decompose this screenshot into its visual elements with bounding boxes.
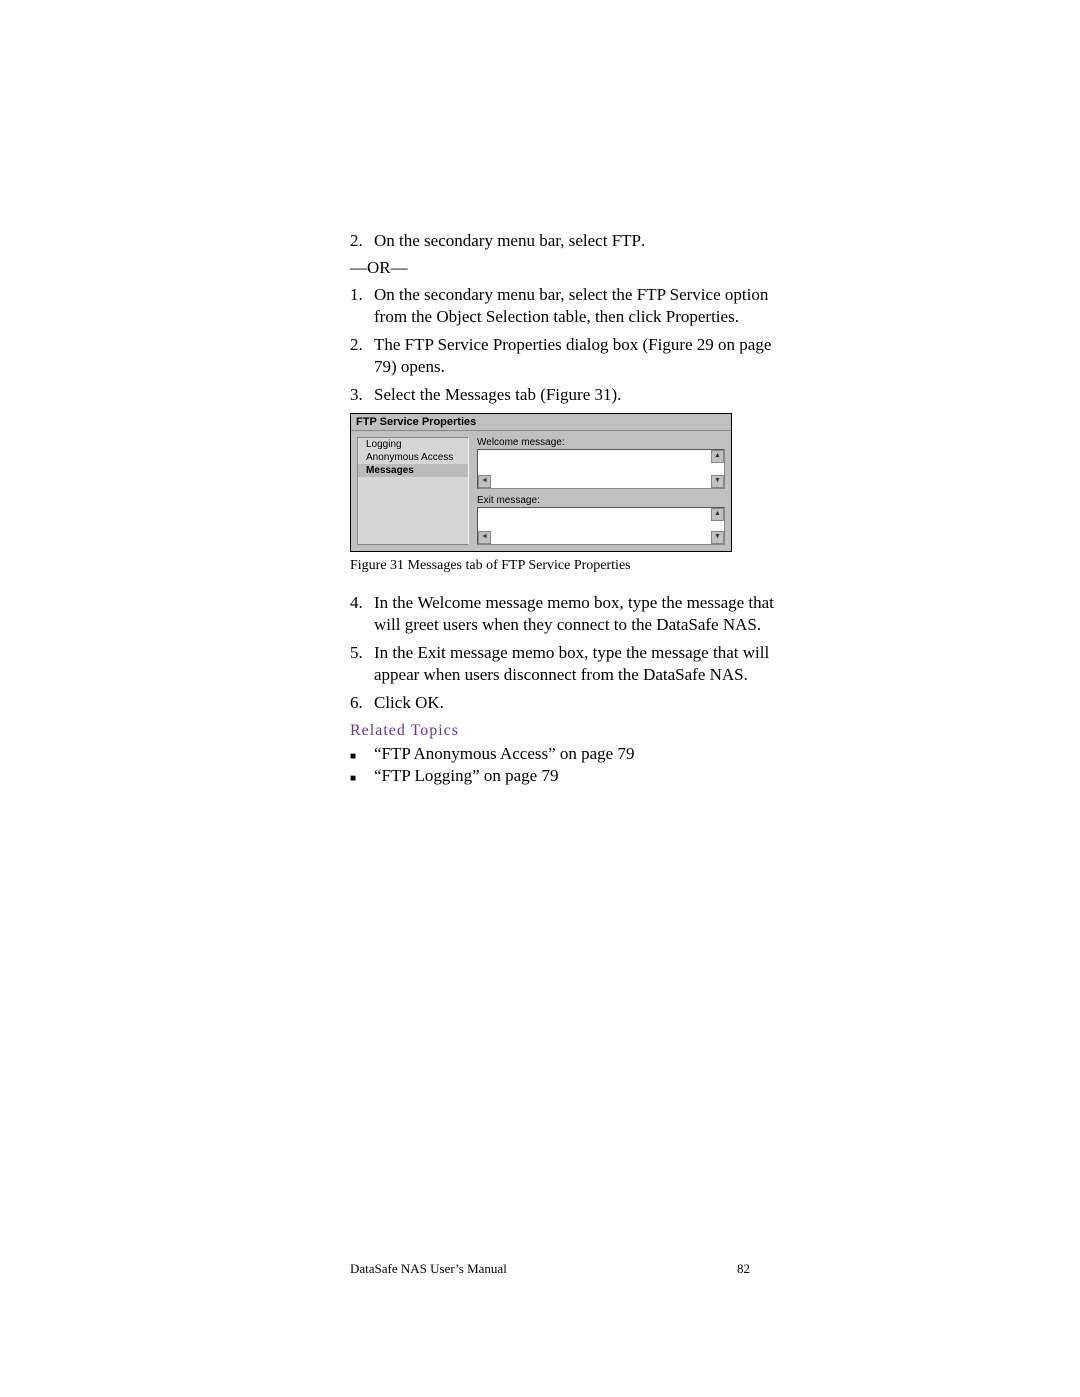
sidebar-item-anonymous[interactable]: Anonymous Access xyxy=(358,451,468,464)
step-number: 1. xyxy=(350,284,374,328)
step-number: 5. xyxy=(350,642,374,686)
scroll-down-icon[interactable]: ▼ xyxy=(711,531,724,544)
dialog-right-pane: Welcome message: ▲ ▼ ◄ Exit message: ▲ ▼… xyxy=(477,437,725,545)
text: On the secondary menu bar, select xyxy=(374,231,612,250)
step-number: 2. xyxy=(350,230,374,252)
figure-caption: Figure 31 Messages tab of FTP Service Pr… xyxy=(350,558,780,574)
step-body: On the secondary menu bar, select the FT… xyxy=(374,284,780,328)
step-c6: 6. Click OK. xyxy=(350,692,780,714)
or-separator: —OR— xyxy=(350,258,780,278)
scroll-left-icon[interactable]: ◄ xyxy=(478,475,491,488)
related-link-anonymous[interactable]: “FTP Anonymous Access” on page 79 xyxy=(374,744,634,764)
step-body: In the Welcome message memo box, type th… xyxy=(374,592,780,636)
step-a2: 2. On the secondary menu bar, select FTP… xyxy=(350,230,780,252)
step-b1: 1. On the secondary menu bar, select the… xyxy=(350,284,780,328)
related-link-logging[interactable]: “FTP Logging” on page 79 xyxy=(374,766,558,786)
sidebar-item-logging[interactable]: Logging xyxy=(358,438,468,451)
text: Click xyxy=(374,693,415,712)
ui-label-exit-message: Exit message xyxy=(417,643,507,662)
sidebar-item-messages[interactable]: Messages xyxy=(358,464,468,477)
text: Select the xyxy=(374,385,445,404)
step-number: 2. xyxy=(350,334,374,378)
text: . xyxy=(641,231,645,250)
step-number: 3. xyxy=(350,384,374,406)
scroll-down-icon[interactable]: ▼ xyxy=(711,475,724,488)
scroll-left-icon[interactable]: ◄ xyxy=(478,531,491,544)
ui-label-messages: Messages xyxy=(445,385,511,404)
exit-message-memo[interactable]: ▲ ▼ ◄ xyxy=(477,507,725,545)
welcome-message-memo[interactable]: ▲ ▼ ◄ xyxy=(477,449,725,489)
ui-label-ok: OK xyxy=(415,693,440,712)
scroll-up-icon[interactable]: ▲ xyxy=(711,508,724,521)
footer-page-number: 82 xyxy=(737,1261,750,1277)
text: In the xyxy=(374,643,417,662)
dialog-body: Logging Anonymous Access Messages Welcom… xyxy=(351,431,731,551)
page-footer: DataSafe NAS User’s Manual 82 xyxy=(350,1261,750,1277)
step-body: On the secondary menu bar, select FTP. xyxy=(374,230,780,252)
step-body: Click OK. xyxy=(374,692,780,714)
exit-message-label: Exit message: xyxy=(477,495,725,506)
ui-label-welcome-message: Welcome message xyxy=(417,593,543,612)
related-item-2: ■ “FTP Logging” on page 79 xyxy=(350,766,780,786)
step-body: Select the Messages tab (Figure 31). xyxy=(374,384,780,406)
manual-page: 2. On the secondary menu bar, select FTP… xyxy=(0,0,1080,1397)
step-c4: 4. In the Welcome message memo box, type… xyxy=(350,592,780,636)
ui-label-ftp: FTP xyxy=(612,231,641,250)
related-topics-heading: Related Topics xyxy=(350,722,780,740)
ui-label-properties: Properties xyxy=(666,307,735,326)
text: . xyxy=(735,307,739,326)
step-number: 4. xyxy=(350,592,374,636)
dialog-sidebar: Logging Anonymous Access Messages xyxy=(357,437,469,545)
step-c5: 5. In the Exit message memo box, type th… xyxy=(350,642,780,686)
welcome-message-label: Welcome message: xyxy=(477,437,725,448)
bullet-icon: ■ xyxy=(350,751,374,762)
dialog-title: FTP Service Properties xyxy=(351,414,731,431)
step-body: In the Exit message memo box, type the m… xyxy=(374,642,780,686)
related-item-1: ■ “FTP Anonymous Access” on page 79 xyxy=(350,744,780,764)
text: In the xyxy=(374,593,417,612)
bullet-icon: ■ xyxy=(350,773,374,784)
text: tab (Figure 31). xyxy=(511,385,621,404)
text: table, then click xyxy=(549,307,666,326)
step-body: The FTP Service Properties dialog box (F… xyxy=(374,334,780,378)
text: On the secondary menu bar, select the xyxy=(374,285,637,304)
scroll-up-icon[interactable]: ▲ xyxy=(711,450,724,463)
ftp-service-properties-dialog: FTP Service Properties Logging Anonymous… xyxy=(350,413,732,552)
step-b2: 2. The FTP Service Properties dialog box… xyxy=(350,334,780,378)
step-number: 6. xyxy=(350,692,374,714)
footer-title: DataSafe NAS User’s Manual xyxy=(350,1261,507,1277)
ui-label-ftp-service: FTP Service xyxy=(637,285,721,304)
text: . xyxy=(440,693,444,712)
ui-label-object-selection: Object Selection xyxy=(436,307,549,326)
step-b3: 3. Select the Messages tab (Figure 31). xyxy=(350,384,780,406)
